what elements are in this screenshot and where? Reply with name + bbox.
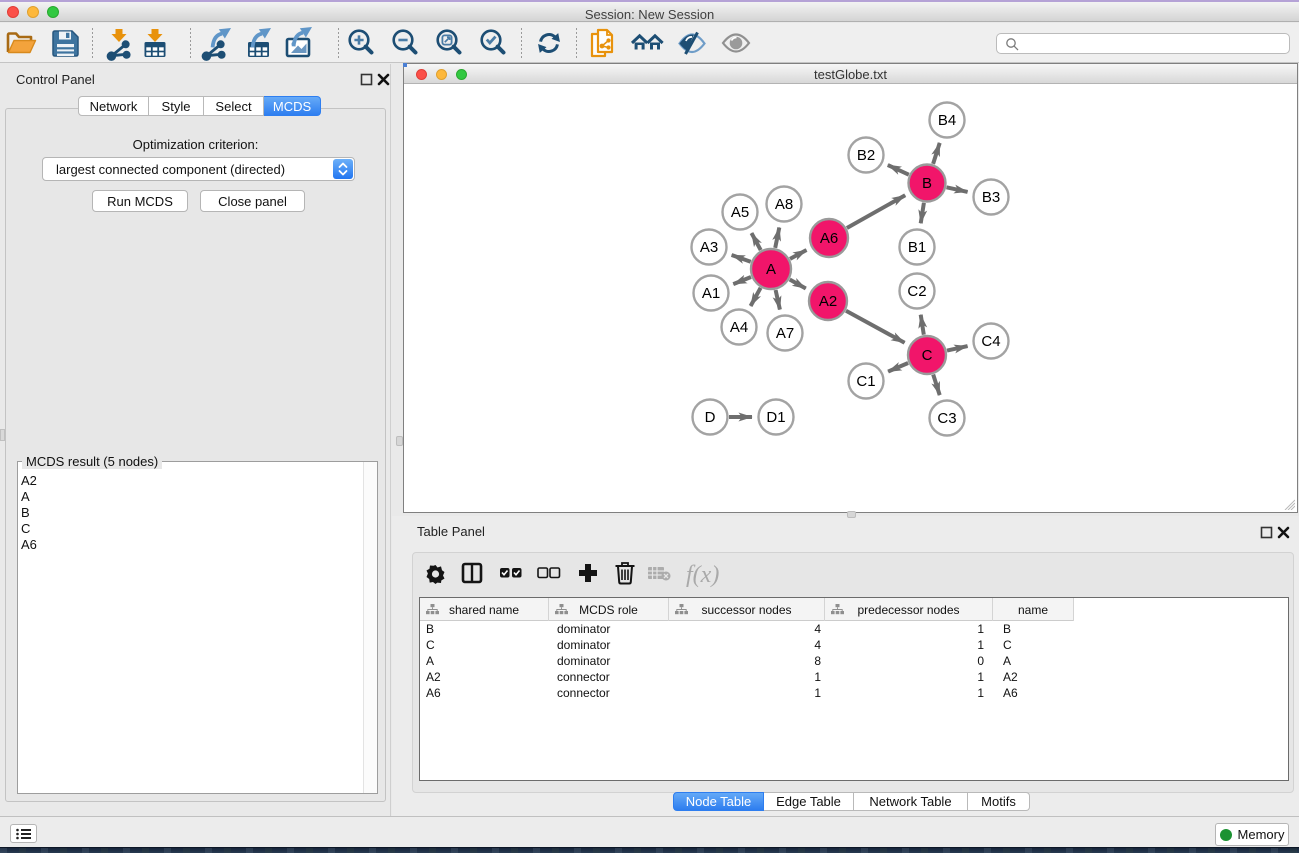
svg-text:D1: D1 bbox=[766, 409, 785, 426]
svg-text:A: A bbox=[766, 261, 776, 278]
svg-text:B: B bbox=[922, 175, 932, 192]
svg-text:B3: B3 bbox=[982, 189, 1000, 206]
svg-text:A6: A6 bbox=[820, 230, 838, 247]
svg-text:A7: A7 bbox=[776, 325, 794, 342]
svg-text:A2: A2 bbox=[819, 293, 837, 310]
svg-text:C2: C2 bbox=[907, 283, 926, 300]
svg-text:C3: C3 bbox=[937, 410, 956, 427]
svg-text:A3: A3 bbox=[700, 239, 718, 256]
svg-text:B4: B4 bbox=[938, 112, 956, 129]
svg-text:A8: A8 bbox=[775, 196, 793, 213]
svg-text:B1: B1 bbox=[908, 239, 926, 256]
svg-text:D: D bbox=[705, 409, 716, 426]
svg-text:C: C bbox=[922, 347, 933, 364]
svg-text:A5: A5 bbox=[731, 204, 749, 221]
svg-text:f(x): f(x) bbox=[686, 562, 719, 588]
svg-text:B2: B2 bbox=[857, 147, 875, 164]
svg-text:A4: A4 bbox=[730, 319, 748, 336]
svg-text:A1: A1 bbox=[702, 285, 720, 302]
svg-text:C4: C4 bbox=[981, 333, 1000, 350]
svg-text:C1: C1 bbox=[856, 373, 875, 390]
